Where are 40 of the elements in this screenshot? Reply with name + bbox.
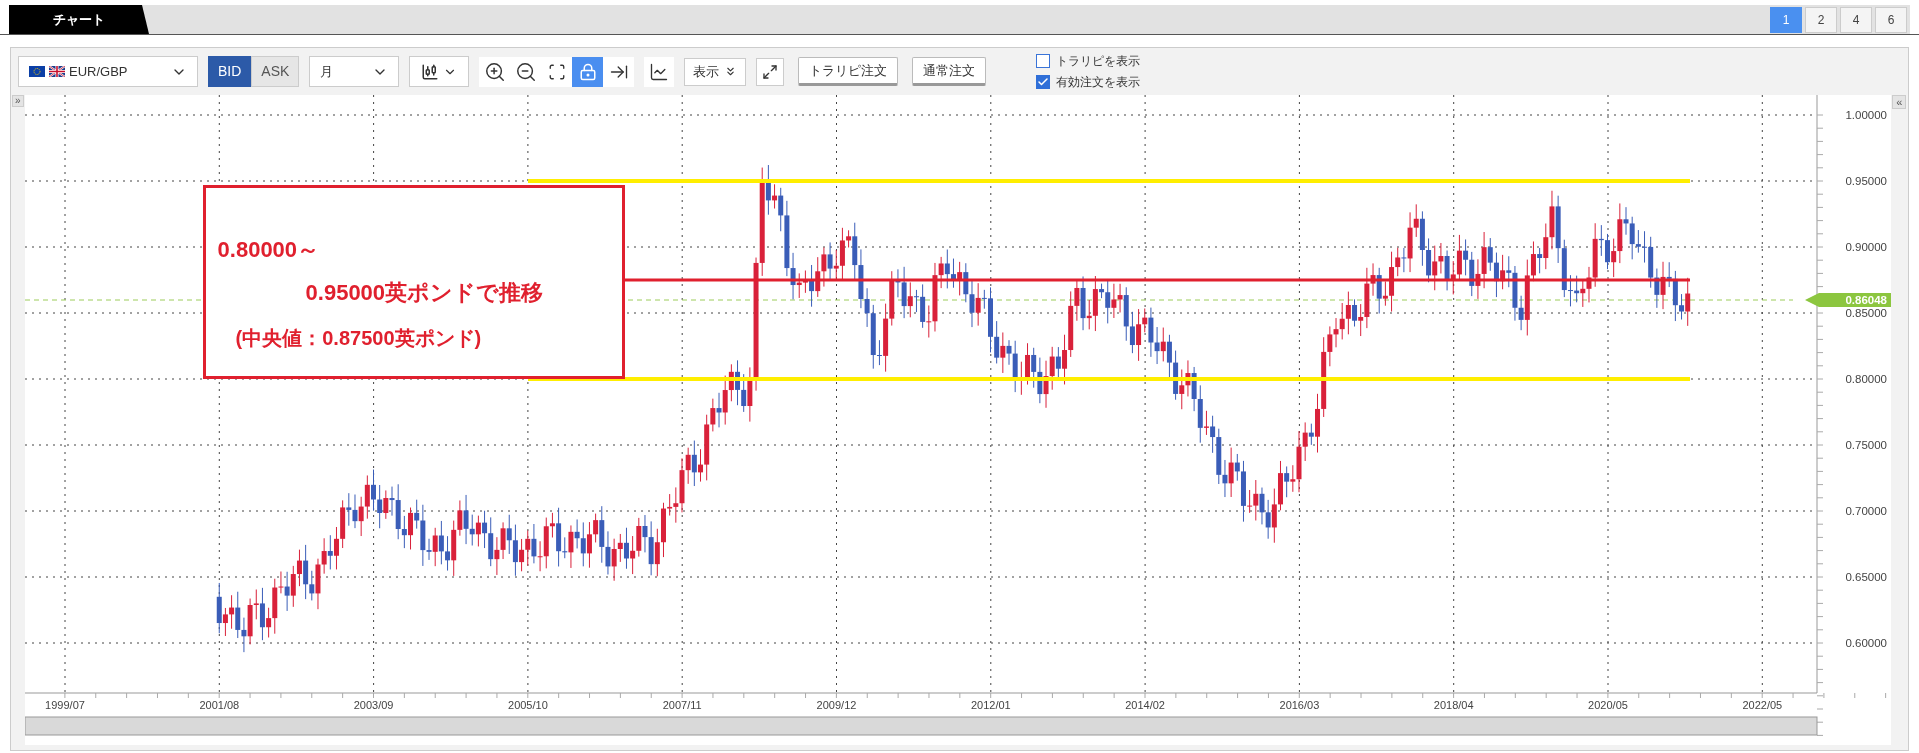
layout-page-button[interactable]: 4 bbox=[1840, 6, 1872, 33]
layout-page-button[interactable]: 2 bbox=[1805, 6, 1837, 33]
annotation-text: (中央値：0.87500英ポンド) bbox=[235, 326, 482, 351]
date-axis-label: 2020/05 bbox=[1587, 699, 1628, 711]
price-axis-label: 0.95000 bbox=[1845, 175, 1887, 187]
period-select[interactable]: 月 bbox=[309, 56, 400, 87]
price-axis-label: 0.90000 bbox=[1845, 241, 1887, 253]
price-axis-label: 0.75000 bbox=[1845, 439, 1887, 451]
price-axis-label: 0.60000 bbox=[1845, 637, 1887, 649]
date-axis-label: 2016/03 bbox=[1279, 699, 1319, 711]
chart-tab[interactable]: チャート bbox=[9, 5, 149, 34]
display-menu-button[interactable]: 表示 bbox=[684, 57, 747, 86]
date-axis-label: 1999/07 bbox=[44, 699, 85, 711]
date-axis-label: 2014/02 bbox=[1124, 699, 1165, 711]
price-axis-label: 0.85000 bbox=[1845, 307, 1887, 319]
checkbox-label: トラリピを表示 bbox=[1056, 53, 1141, 70]
price-side-toggle[interactable]: ASK bbox=[251, 56, 300, 87]
layout-page-button[interactable]: 6 bbox=[1875, 6, 1907, 33]
collapse-right-button[interactable]: « bbox=[1892, 95, 1907, 109]
date-axis-label: 2007/11 bbox=[662, 699, 702, 711]
expand-left-button[interactable]: » bbox=[11, 95, 24, 107]
price-axis-label: 0.80000 bbox=[1845, 373, 1887, 385]
order-button[interactable]: 通常注文 bbox=[912, 57, 987, 86]
price-side-toggle[interactable]: BID bbox=[208, 56, 252, 87]
annotation-text: 0.95000英ポンドで推移 bbox=[305, 279, 544, 307]
annotation-text: 0.80000～ bbox=[217, 236, 320, 264]
date-axis-label: 2018/04 bbox=[1433, 699, 1474, 711]
checkbox-label: 有効注文を表示 bbox=[1056, 74, 1141, 91]
current-price-label: 0.86048 bbox=[1845, 294, 1887, 306]
date-axis-label: 2012/01 bbox=[970, 699, 1011, 711]
date-axis-label: 2003/09 bbox=[353, 699, 394, 711]
date-axis-label: 2005/10 bbox=[507, 699, 548, 711]
date-axis-label: 2001/08 bbox=[199, 699, 239, 711]
price-axis-label: 0.65000 bbox=[1845, 571, 1887, 583]
date-axis-label: 2009/12 bbox=[816, 699, 856, 711]
currency-pair-select[interactable]: EUR/GBP bbox=[18, 56, 198, 87]
price-axis-label: 1.00000 bbox=[1845, 109, 1887, 121]
order-button[interactable]: トラリピ注文 bbox=[798, 57, 899, 86]
date-axis-label: 2022/05 bbox=[1742, 699, 1782, 711]
price-axis-label: 0.70000 bbox=[1845, 505, 1887, 517]
